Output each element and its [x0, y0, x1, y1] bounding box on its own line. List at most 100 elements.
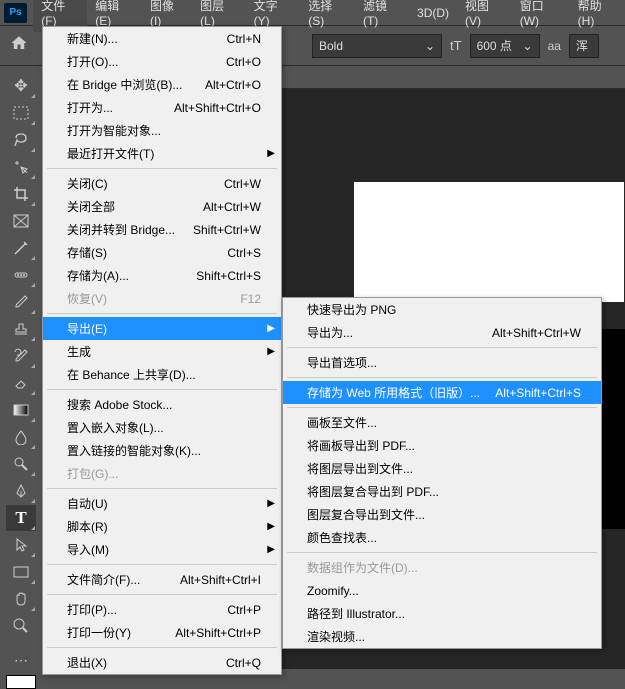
font-weight-select[interactable]: Bold⌄: [312, 34, 442, 58]
file-menu-item-7[interactable]: 关闭(C)Ctrl+W: [43, 172, 281, 195]
file-menu-item-15[interactable]: 生成▶: [43, 340, 281, 363]
tool-lasso[interactable]: [6, 127, 36, 153]
menu-item-label: 图层复合导出到文件...: [307, 506, 425, 523]
export-menu-item-11[interactable]: 图层复合导出到文件...: [283, 503, 601, 526]
tool-move[interactable]: ✥: [6, 73, 36, 99]
menu-separator: [47, 313, 277, 314]
menu-shortcut: F12: [240, 292, 261, 306]
tool-gradient[interactable]: [6, 397, 36, 423]
tool-history-brush[interactable]: [6, 343, 36, 369]
menu-item-label: 存储(S): [67, 244, 107, 261]
file-menu-item-30[interactable]: 打印一份(Y) Alt+Shift+Ctrl+P: [43, 621, 281, 644]
chevron-down-icon: ⌄: [425, 39, 435, 53]
file-menu-item-9[interactable]: 关闭并转到 Bridge...Shift+Ctrl+W: [43, 218, 281, 241]
file-menu-item-18[interactable]: 搜索 Adobe Stock...: [43, 393, 281, 416]
file-menu-item-29[interactable]: 打印(P)...Ctrl+P: [43, 598, 281, 621]
menu-item-label: Zoomify...: [307, 584, 359, 598]
file-menu-item-8[interactable]: 关闭全部Alt+Ctrl+W: [43, 195, 281, 218]
tool-path-select[interactable]: [6, 532, 36, 558]
export-menu-item-16[interactable]: 路径到 Illustrator...: [283, 602, 601, 625]
tool-pen[interactable]: [6, 478, 36, 504]
menu-shortcut: Alt+Shift+Ctrl+P: [175, 626, 261, 640]
submenu-arrow-icon: ▶: [267, 521, 275, 532]
file-menu-item-25[interactable]: 导入(M)▶: [43, 538, 281, 561]
file-menu-item-16[interactable]: 在 Behance 上共享(D)...: [43, 363, 281, 386]
file-menu-item-24[interactable]: 脚本(R)▶: [43, 515, 281, 538]
tool-rectangle[interactable]: [6, 559, 36, 585]
export-menu-item-9[interactable]: 将图层导出到文件...: [283, 457, 601, 480]
menu-item-label: 置入嵌入对象(L)...: [67, 419, 164, 436]
file-menu-item-0[interactable]: 新建(N)... Ctrl+N: [43, 27, 281, 50]
file-menu-dropdown: 新建(N)...Ctrl+N打开(O)...Ctrl+O在 Bridge 中浏览…: [42, 26, 282, 675]
export-menu-item-0[interactable]: 快速导出为 PNG: [283, 298, 601, 321]
file-menu-item-3[interactable]: 打开为...Alt+Shift+Ctrl+O: [43, 96, 281, 119]
menu-item-label: 在 Bridge 中浏览(B)...: [67, 76, 182, 93]
menu-separator: [47, 389, 277, 390]
menu-item-label: 自动(U): [67, 495, 108, 512]
tool-more[interactable]: ⋯: [6, 647, 36, 673]
export-menu-item-8[interactable]: 将画板导出到 PDF...: [283, 434, 601, 457]
export-menu-item-1[interactable]: 导出为...Alt+Shift+Ctrl+W: [283, 321, 601, 344]
file-menu-item-27[interactable]: 文件简介(F)...Alt+Shift+Ctrl+I: [43, 568, 281, 591]
size-icon: tT: [450, 38, 462, 53]
menu-item-label: 置入链接的智能对象(K)...: [67, 442, 201, 459]
menu-item-label: 关闭全部: [67, 198, 115, 215]
chevron-down-icon: ⌄: [523, 39, 533, 53]
menu-window[interactable]: 窗口(W): [512, 0, 570, 32]
foreground-swatch[interactable]: [6, 675, 36, 689]
file-menu-item-12: 恢复(V)F12: [43, 287, 281, 310]
menu-item-label: 存储为 Web 所用格式（旧版）...: [307, 384, 480, 401]
file-menu-item-19[interactable]: 置入嵌入对象(L)...: [43, 416, 281, 439]
export-menu-item-3[interactable]: 导出首选项...: [283, 351, 601, 374]
menu-separator: [287, 347, 597, 348]
export-menu-item-15[interactable]: Zoomify...: [283, 579, 601, 602]
menu-select[interactable]: 选择(S): [300, 0, 355, 32]
file-menu-item-10[interactable]: 存储(S)Ctrl+S: [43, 241, 281, 264]
export-menu-item-14: 数据组作为文件(D)...: [283, 556, 601, 579]
file-menu-item-14[interactable]: 导出(E)▶: [43, 317, 281, 340]
menu-filter[interactable]: 滤镜(T): [355, 0, 409, 32]
file-menu-item-2[interactable]: 在 Bridge 中浏览(B)...Alt+Ctrl+O: [43, 73, 281, 96]
menu-item-label: 生成: [67, 343, 91, 360]
menu-shortcut: Ctrl+N: [227, 32, 261, 46]
file-menu-item-32[interactable]: 退出(X)Ctrl+Q: [43, 651, 281, 674]
export-menu-item-17[interactable]: 渲染视频...: [283, 625, 601, 648]
tool-stamp[interactable]: [6, 316, 36, 342]
file-menu-item-1[interactable]: 打开(O)...Ctrl+O: [43, 50, 281, 73]
file-menu-item-23[interactable]: 自动(U)▶: [43, 492, 281, 515]
file-menu-item-11[interactable]: 存储为(A)...Shift+Ctrl+S: [43, 264, 281, 287]
tool-zoom[interactable]: [6, 613, 36, 639]
menu-help[interactable]: 帮助(H): [570, 0, 625, 32]
tool-dodge[interactable]: [6, 451, 36, 477]
menu-item-label: 导出为...: [307, 324, 353, 341]
tool-crop[interactable]: [6, 181, 36, 207]
file-menu-item-5[interactable]: 最近打开文件(T)▶: [43, 142, 281, 165]
home-icon[interactable]: [10, 34, 28, 52]
tool-brush[interactable]: [6, 289, 36, 315]
tools-panel: ✥ T ⋯: [0, 66, 44, 669]
file-menu-item-4[interactable]: 打开为智能对象...: [43, 119, 281, 142]
tool-frame[interactable]: [6, 208, 36, 234]
menu-view[interactable]: 视图(V): [457, 0, 512, 32]
menu-item-label: 新建(N)...: [67, 30, 118, 47]
export-menu-item-5[interactable]: 存储为 Web 所用格式（旧版）...Alt+Shift+Ctrl+S: [283, 381, 601, 404]
tool-blur[interactable]: [6, 424, 36, 450]
menubar: Ps 文件(F) 编辑(E) 图像(I) 图层(L) 文字(Y) 选择(S) 滤…: [0, 0, 625, 26]
menu-item-label: 打印(P)...: [67, 601, 117, 618]
tool-eraser[interactable]: [6, 370, 36, 396]
tool-spot-heal[interactable]: [6, 262, 36, 288]
menu-3d[interactable]: 3D(D): [409, 2, 457, 24]
tool-marquee[interactable]: [6, 100, 36, 126]
menu-item-label: 打印一份(Y): [67, 624, 131, 641]
export-menu-item-12[interactable]: 颜色查找表...: [283, 526, 601, 549]
file-menu-item-20[interactable]: 置入链接的智能对象(K)...: [43, 439, 281, 462]
font-size-select[interactable]: 600 点⌄: [470, 34, 540, 58]
export-menu-item-7[interactable]: 画板至文件...: [283, 411, 601, 434]
export-menu-item-10[interactable]: 将图层复合导出到 PDF...: [283, 480, 601, 503]
tool-hand[interactable]: [6, 586, 36, 612]
tool-quick-select[interactable]: [6, 154, 36, 180]
menu-item-label: 打包(G)...: [67, 465, 118, 482]
tool-eyedropper[interactable]: [6, 235, 36, 261]
tool-type[interactable]: T: [6, 505, 36, 531]
antialias-select[interactable]: 浑: [569, 34, 599, 58]
